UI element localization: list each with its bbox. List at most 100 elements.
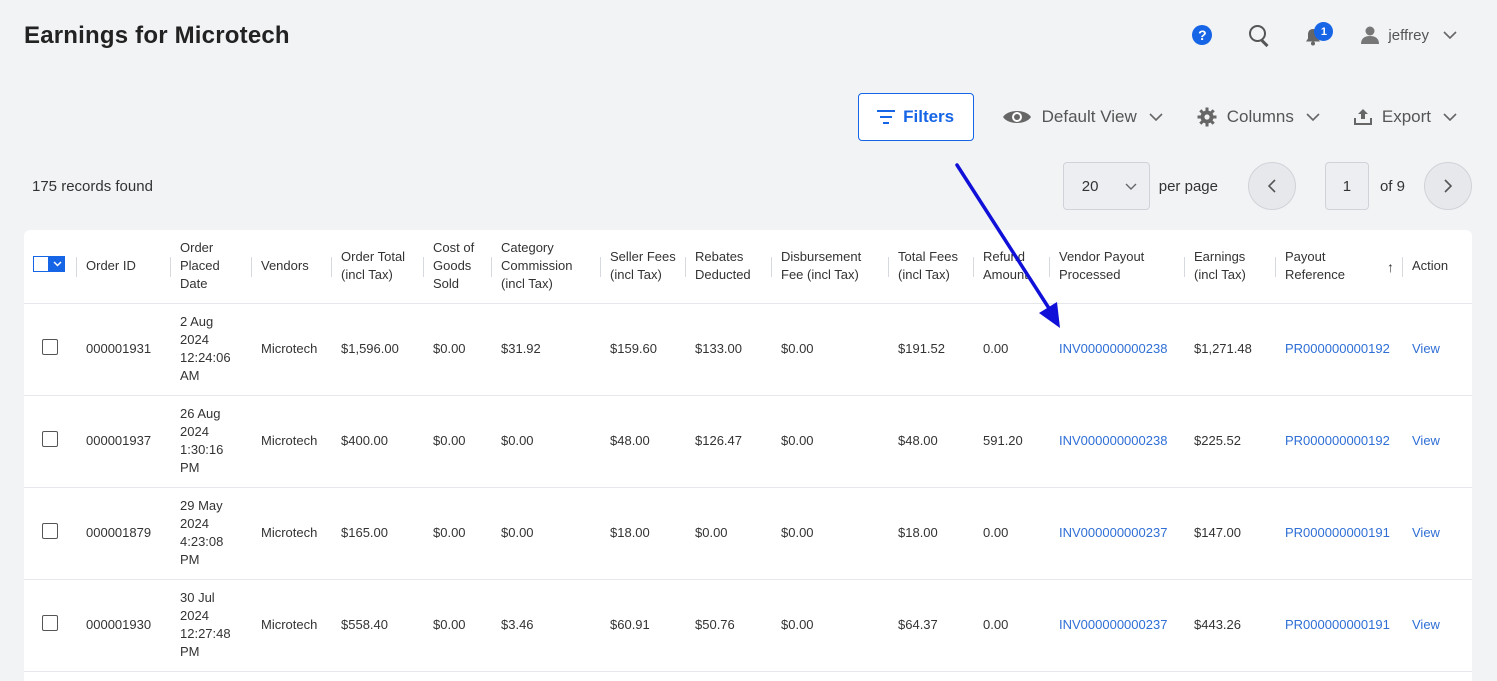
seller-fees-cell: $18.00 — [610, 525, 650, 540]
sort-ascending-icon[interactable]: ↑ — [1387, 258, 1394, 276]
rebates-cell: $126.47 — [695, 433, 742, 448]
order-total-cell-cell: $1,596.00 — [331, 303, 423, 396]
commission-cell: $3.46 — [501, 617, 534, 632]
select-all-checkbox[interactable] — [33, 255, 65, 272]
earnings-cell: $147.00 — [1194, 525, 1241, 540]
order-id-cell-cell: 000001937 — [76, 395, 170, 488]
refund-cell: 591.20 — [983, 433, 1023, 448]
help-icon[interactable]: ? — [1192, 25, 1213, 45]
payout-reference-link[interactable]: PR000000000192 — [1285, 341, 1390, 356]
per-page-select[interactable]: 20 — [1062, 162, 1150, 210]
user-icon — [1361, 26, 1380, 44]
payout-reference-link[interactable]: PR000000000191 — [1285, 525, 1390, 540]
seller-fees-cell-cell: $60.91 — [600, 579, 685, 672]
commission-cell-cell: $0.00 — [491, 395, 600, 488]
header-payout-reference[interactable]: Payout Reference ↑ — [1275, 230, 1402, 304]
search-icon[interactable] — [1248, 24, 1270, 46]
notification-badge: 1 — [1314, 22, 1334, 41]
invoice-cell: INV000000000237 — [1049, 487, 1184, 580]
previous-page-button[interactable] — [1247, 162, 1296, 210]
row-checkbox[interactable] — [42, 430, 58, 447]
export-menu[interactable]: Export — [1353, 107, 1457, 127]
cogs-cell-cell: $0.00 — [423, 487, 491, 580]
header-seller-fees[interactable]: Seller Fees (incl Tax) — [600, 230, 685, 304]
table-row: 000001937 26 Aug 2024 1:30:16 PM Microtech… — [24, 395, 1472, 488]
row-checkbox[interactable] — [42, 522, 58, 539]
filters-button[interactable]: Filters — [857, 93, 974, 141]
toolbar: Filters Default View Columns Export — [857, 93, 1457, 141]
cogs-cell: $0.00 — [433, 433, 466, 448]
checkbox-box — [33, 255, 49, 272]
table-row: 000001931 2 Aug 2024 12:24:06 AM Microtech… — [24, 303, 1472, 396]
disbursement-cell-cell: $0.00 — [771, 579, 888, 672]
order-id-cell: 000001931 — [86, 341, 152, 356]
header-order-placed-date[interactable]: Order Placed Date — [170, 230, 251, 304]
view-link[interactable]: View — [1412, 341, 1440, 356]
header-category-commission[interactable]: Category Commission (incl Tax) — [491, 230, 600, 304]
order-id-cell: 000001930 — [86, 617, 152, 632]
commission-cell: $0.00 — [501, 525, 534, 540]
vendor-cell: Microtech — [261, 433, 318, 448]
view-link[interactable]: View — [1412, 525, 1440, 540]
order-date-cell: 30 Jul 2024 12:27:48 PM — [180, 590, 231, 659]
refund-cell-cell: 0.00 — [973, 579, 1049, 672]
payout-reference-link[interactable]: PR000000000192 — [1285, 433, 1390, 448]
earnings-cell-cell: $1,271.48 — [1184, 303, 1275, 396]
header-total-fees[interactable]: Total Fees (incl Tax) — [888, 230, 973, 304]
invoice-link[interactable]: INV000000000237 — [1059, 617, 1167, 632]
header-rebates-deducted[interactable]: Rebates Deducted — [685, 230, 771, 304]
refund-cell: 0.00 — [983, 525, 1009, 540]
header-order-id[interactable]: Order ID — [76, 230, 170, 304]
vendor-cell: Microtech — [261, 525, 318, 540]
header-cost-of-goods[interactable]: Cost of Goods Sold — [423, 230, 491, 304]
total-pages: of 9 — [1379, 177, 1405, 195]
next-page-button[interactable] — [1424, 162, 1472, 210]
invoice-link[interactable]: INV000000000237 — [1059, 525, 1167, 540]
seller-fees-cell-cell: $48.00 — [600, 395, 685, 488]
cogs-cell: $0.00 — [433, 341, 466, 356]
view-selector[interactable]: Default View — [1002, 107, 1163, 127]
commission-cell-cell: $31.92 — [491, 303, 600, 396]
vendor-cell-cell: Microtech — [251, 303, 331, 396]
order-total-cell-cell: $558.40 — [331, 579, 423, 672]
order-id-cell-cell: 000001931 — [76, 303, 170, 396]
invoice-link[interactable]: INV000000000238 — [1059, 341, 1167, 356]
notifications-button[interactable]: 1 — [1304, 22, 1334, 46]
view-link[interactable]: View — [1412, 617, 1440, 632]
vendor-cell-cell: Microtech — [251, 395, 331, 488]
disbursement-cell: $0.00 — [781, 341, 814, 356]
earnings-cell-cell: $147.00 — [1184, 487, 1275, 580]
view-link[interactable]: View — [1412, 433, 1440, 448]
order-date-cell-cell: 29 May 2024 4:23:08 PM — [170, 487, 251, 580]
current-page-input[interactable]: 1 — [1324, 162, 1369, 210]
row-checkbox-cell — [24, 487, 76, 580]
gear-icon — [1197, 107, 1217, 127]
row-checkbox-cell — [24, 395, 76, 488]
commission-cell: $0.00 — [501, 433, 534, 448]
header-refund-amount[interactable]: Refund Amount — [973, 230, 1049, 304]
header-earnings[interactable]: Earnings (incl Tax) — [1184, 230, 1275, 304]
header-vendors[interactable]: Vendors — [251, 230, 331, 304]
total-fees-cell: $48.00 — [898, 433, 938, 448]
header-disbursement-fee[interactable]: Disbursement Fee (incl Tax) — [771, 230, 888, 304]
row-checkbox[interactable] — [42, 338, 58, 355]
view-cell: View — [1402, 303, 1472, 396]
total-fees-cell-cell: $191.52 — [888, 303, 973, 396]
row-checkbox-cell — [24, 303, 76, 396]
disbursement-cell: $0.00 — [781, 617, 814, 632]
disbursement-cell-cell: $0.00 — [771, 487, 888, 580]
records-count: 175 records found — [32, 178, 153, 195]
total-fees-cell-cell: $64.37 — [888, 579, 973, 672]
refund-cell-cell: 0.00 — [973, 487, 1049, 580]
payout-reference-link[interactable]: PR000000000191 — [1285, 617, 1390, 632]
row-checkbox[interactable] — [42, 614, 58, 631]
rebates-cell-cell: $126.47 — [685, 395, 771, 488]
user-menu[interactable]: jeffrey — [1360, 25, 1457, 45]
order-total-cell: $400.00 — [341, 433, 388, 448]
columns-menu[interactable]: Columns — [1197, 107, 1320, 127]
total-fees-cell: $64.37 — [898, 617, 938, 632]
header-order-total[interactable]: Order Total (incl Tax) — [331, 230, 423, 304]
disbursement-cell-cell: $0.00 — [771, 395, 888, 488]
invoice-link[interactable]: INV000000000238 — [1059, 433, 1167, 448]
header-vendor-payout-processed[interactable]: Vendor Payout Processed — [1049, 230, 1184, 304]
